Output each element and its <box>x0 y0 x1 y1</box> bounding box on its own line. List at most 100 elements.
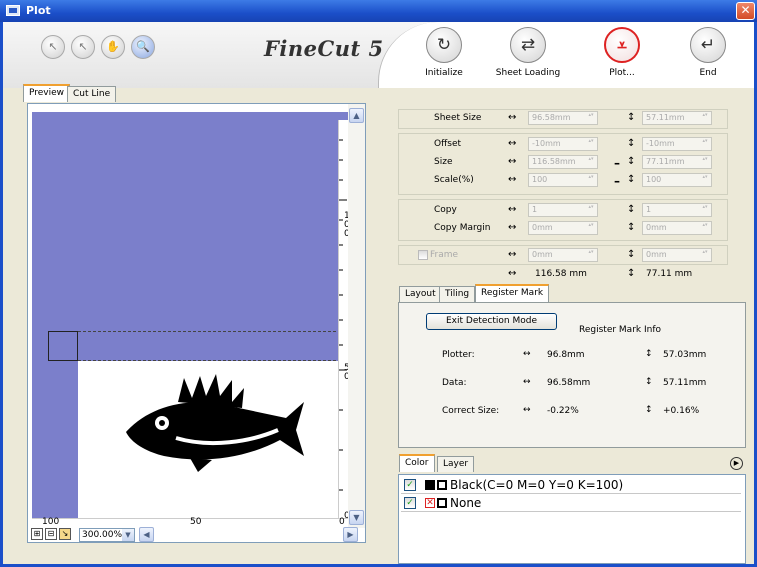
frame-label: Frame <box>430 250 459 260</box>
scroll-right-button[interactable]: ▶ <box>343 527 358 542</box>
height-arrow-icon: ↕ <box>627 138 636 149</box>
tab-layout[interactable]: Layout <box>399 286 442 302</box>
plot-button[interactable]: ⩡ Plot... <box>587 27 657 78</box>
offset-x-field[interactable]: -10mm <box>528 137 598 151</box>
fit-object-icon[interactable]: ↘ <box>59 528 71 540</box>
width-arrow-icon: ↔ <box>523 377 531 387</box>
sheet-size-label: Sheet Size <box>434 113 482 123</box>
register-mark-bounds <box>48 331 346 361</box>
end-label: End <box>699 68 717 78</box>
fit-width-icon[interactable]: ⊟ <box>45 528 57 540</box>
height-arrow-icon: ↕ <box>627 112 636 123</box>
end-icon: ↵ <box>690 27 726 63</box>
frame-x-field[interactable]: 0mm <box>528 248 598 262</box>
width-arrow-icon: ↔ <box>508 249 517 260</box>
select-arrow-icon[interactable]: ↖ <box>41 35 65 59</box>
color-checkbox[interactable]: ✓ <box>404 497 416 509</box>
exit-detection-mode-button[interactable]: Exit Detection Mode <box>426 313 557 330</box>
tab-tiling[interactable]: Tiling <box>439 286 476 302</box>
copy-x-field[interactable]: 1 <box>528 203 598 217</box>
sheet-loading-icon: ⇄ <box>510 27 546 63</box>
list-item[interactable]: ✓ ✕ None <box>401 495 741 512</box>
copy-margin-label: Copy Margin <box>434 223 491 233</box>
width-arrow-icon: ↔ <box>508 112 517 123</box>
width-arrow-icon: ↔ <box>508 222 517 233</box>
zoom-select[interactable]: 300.00% ▼ <box>79 528 135 542</box>
link-dash: – <box>614 156 620 170</box>
window-client: ↖ ↖ ✋ 🔍 FineCut 5 ↻ Initialize ⇄ Sheet L… <box>0 22 757 567</box>
total-size-row: ↔ 116.58 mm ↕ 77.11 mm <box>398 266 728 284</box>
vertical-scrollbar[interactable]: ▲ ▼ <box>348 104 365 528</box>
size-width-field[interactable]: 116.58mm <box>528 155 598 169</box>
frame-y-field[interactable]: 0mm <box>642 248 712 262</box>
scroll-left-button[interactable]: ◀ <box>139 527 154 542</box>
size-height-field[interactable]: 77.11mm <box>642 155 712 169</box>
hand-icon[interactable]: ✋ <box>101 35 125 59</box>
total-width-value: 116.58 mm <box>535 269 587 279</box>
height-arrow-icon: ↕ <box>645 349 653 359</box>
offset-row: Offset ↔ -10mm ↕ -10mm <box>398 136 728 154</box>
ruler-label: 50 <box>190 517 202 527</box>
tab-register-mark[interactable]: Register Mark <box>475 284 550 302</box>
close-button[interactable]: ✕ <box>736 2 755 20</box>
data-height-value: 57.11mm <box>663 378 707 388</box>
zoom-icon[interactable]: 🔍 <box>131 35 155 59</box>
plot-icon: ⩡ <box>604 27 640 63</box>
scroll-down-button[interactable]: ▼ <box>349 510 364 525</box>
size-label: Size <box>434 157 453 167</box>
end-button[interactable]: ↵ End <box>673 27 743 78</box>
sheet-width-field[interactable]: 96.58mm <box>528 111 598 125</box>
correct-width-value: -0.22% <box>547 406 579 416</box>
preview-canvas[interactable]: 1 0 0 5 0 0 <box>32 112 352 526</box>
fit-page-icon[interactable]: ⊞ <box>31 528 43 540</box>
scale-x-field[interactable]: 100 <box>528 173 598 187</box>
sheet-height-field[interactable]: 57.11mm <box>642 111 712 125</box>
fish-artwork <box>126 374 304 472</box>
offset-y-field[interactable]: -10mm <box>642 137 712 151</box>
tab-preview[interactable]: Preview <box>23 84 71 102</box>
color-checkbox[interactable]: ✓ <box>404 479 416 491</box>
plotter-label: Plotter: <box>442 350 475 360</box>
scale-y-field[interactable]: 100 <box>642 173 712 187</box>
preview-pane[interactable]: 1 0 0 5 0 0 100 50 0 ▲ ▼ <box>27 103 366 543</box>
copy-margin-y-field[interactable]: 0mm <box>642 221 712 235</box>
stroke-swatch <box>437 498 447 508</box>
height-arrow-icon: ↕ <box>627 156 636 167</box>
initialize-button[interactable]: ↻ Initialize <box>409 27 479 78</box>
tab-cut-line[interactable]: Cut Line <box>67 86 117 102</box>
scale-row: Scale(%) ↔ 100 – ↕ 100 <box>398 172 728 190</box>
initialize-icon: ↻ <box>426 27 462 63</box>
copy-y-field[interactable]: 1 <box>642 203 712 217</box>
panel-menu-icon[interactable]: ▶ <box>730 457 743 470</box>
width-arrow-icon: ↔ <box>523 405 531 415</box>
data-label: Data: <box>442 378 467 388</box>
copy-margin-x-field[interactable]: 0mm <box>528 221 598 235</box>
title-bar: Plot ✕ <box>0 0 757 22</box>
node-arrow-icon[interactable]: ↖ <box>71 35 95 59</box>
window-title: Plot <box>26 4 51 17</box>
height-arrow-icon: ↕ <box>645 377 653 387</box>
plot-label: Plot... <box>609 68 635 78</box>
tab-layer[interactable]: Layer <box>437 456 475 472</box>
width-arrow-icon: ↔ <box>508 204 517 215</box>
sheet-loading-button[interactable]: ⇄ Sheet Loading <box>493 27 563 78</box>
width-arrow-icon: ↔ <box>508 138 517 149</box>
total-height-value: 77.11 mm <box>646 269 693 279</box>
plotter-width-value: 96.8mm <box>547 350 585 360</box>
color-list: ✓ Black(C=0 M=0 Y=0 K=100) ✓ ✕ None <box>398 474 746 564</box>
chevron-down-icon[interactable]: ▼ <box>122 529 134 541</box>
app-logo: FineCut 5 <box>264 36 384 61</box>
copy-label: Copy <box>434 205 457 215</box>
height-arrow-icon: ↕ <box>627 249 636 260</box>
correct-size-label: Correct Size: <box>442 406 500 416</box>
register-mark-info-title: Register Mark Info <box>579 325 662 335</box>
list-item[interactable]: ✓ Black(C=0 M=0 Y=0 K=100) <box>401 477 741 494</box>
initialize-label: Initialize <box>425 68 463 78</box>
frame-checkbox[interactable] <box>418 250 428 260</box>
data-width-value: 96.58mm <box>547 378 591 388</box>
width-arrow-icon: ↔ <box>508 156 517 167</box>
scroll-up-button[interactable]: ▲ <box>349 108 364 123</box>
tab-color[interactable]: Color <box>399 454 435 472</box>
height-arrow-icon: ↕ <box>645 405 653 415</box>
header-bar: ↖ ↖ ✋ 🔍 FineCut 5 ↻ Initialize ⇄ Sheet L… <box>3 22 754 88</box>
